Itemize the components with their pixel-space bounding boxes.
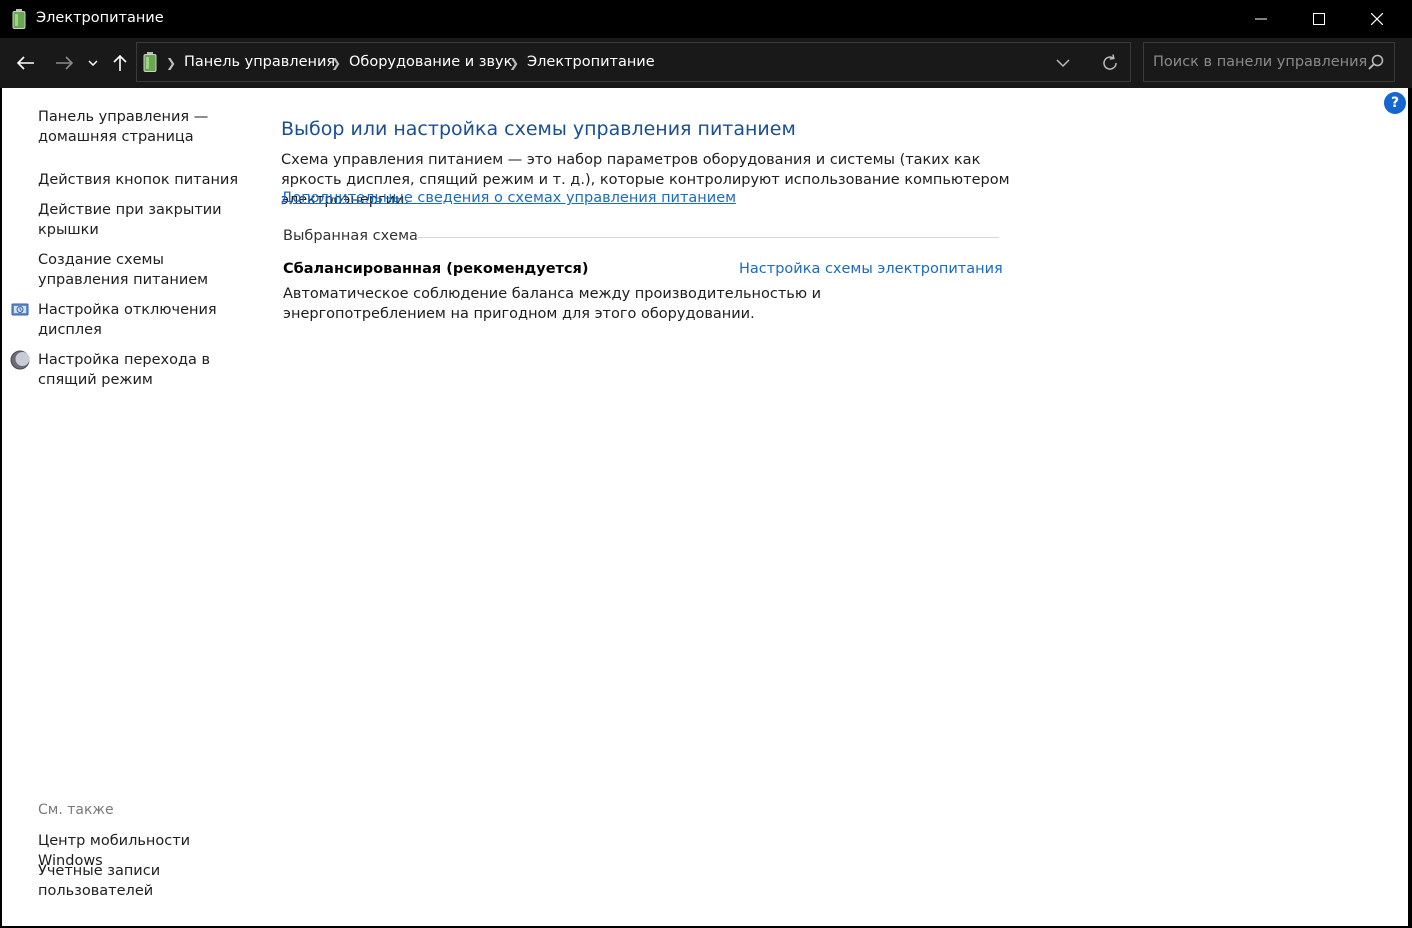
sidebar-item-create-plan[interactable]: Создание схемы управления питанием — [38, 250, 253, 290]
group-divider — [416, 237, 999, 238]
control-panel-window: Электропитание ❯ Панель управления ❯ Обо… — [0, 0, 1412, 928]
plan-name: Сбалансированная (рекомендуется) — [283, 261, 589, 277]
see-also-heading: См. также — [38, 802, 114, 818]
navigation-bar: ❯ Панель управления ❯ Оборудование и зву… — [0, 38, 1412, 88]
sidebar-item-display-off[interactable]: Настройка отключения дисплея — [38, 300, 253, 340]
arrow-left-icon — [17, 56, 34, 70]
arrow-right-icon — [56, 56, 73, 70]
plan-description: Автоматическое соблюдение баланса между … — [283, 286, 822, 322]
breadcrumb-hardware-sound[interactable]: Оборудование и звук — [349, 54, 512, 70]
see-also-user-accounts[interactable]: Учетные записи пользователей — [38, 861, 188, 901]
breadcrumb-control-panel[interactable]: Панель управления — [184, 54, 335, 70]
chevron-right-icon: ❯ — [331, 56, 342, 70]
chevron-right-icon: ❯ — [166, 56, 177, 70]
title-bar: Электропитание — [0, 0, 1412, 38]
sleep-moon-icon — [10, 350, 30, 370]
minimize-button[interactable] — [1232, 0, 1290, 38]
maximize-icon — [1313, 13, 1325, 25]
refresh-icon[interactable] — [1100, 53, 1120, 73]
sidebar-home-link[interactable]: Панель управления — домашняя страница — [38, 107, 253, 147]
battery-power-icon — [12, 9, 26, 29]
up-button[interactable] — [107, 50, 133, 76]
chevron-down-icon — [88, 60, 98, 66]
display-power-icon — [11, 303, 29, 316]
forward-button[interactable] — [51, 50, 77, 76]
back-button[interactable] — [13, 50, 39, 76]
plan-settings-link[interactable]: Настройка схемы электропитания — [739, 261, 1003, 277]
help-icon[interactable]: ? — [1384, 92, 1406, 114]
chevron-right-icon: ❯ — [509, 56, 520, 70]
battery-power-icon — [143, 52, 157, 72]
breadcrumb-power-options[interactable]: Электропитание — [527, 54, 655, 70]
address-bar[interactable]: ❯ Панель управления ❯ Оборудование и зву… — [136, 42, 1131, 82]
sidebar-item-power-buttons[interactable]: Действия кнопок питания — [38, 170, 253, 190]
sidebar-item-sleep[interactable]: Настройка перехода в спящий режим — [38, 350, 253, 390]
close-icon — [1371, 13, 1383, 25]
chevron-down-icon[interactable] — [1054, 55, 1072, 71]
close-button[interactable] — [1348, 0, 1406, 38]
sidebar-item-lid-close[interactable]: Действие при закрытии крышки — [38, 200, 253, 240]
search-box[interactable]: Поиск в панели управления — [1143, 42, 1395, 82]
recent-locations-button[interactable] — [82, 50, 104, 76]
minimize-icon — [1255, 18, 1267, 20]
content-pane: ? Панель управления — домашняя страница … — [2, 88, 1408, 926]
search-icon[interactable] — [1368, 54, 1384, 70]
search-input[interactable]: Поиск в панели управления — [1153, 54, 1367, 70]
more-info-link[interactable]: Дополнительные сведения о схемах управле… — [281, 190, 736, 206]
maximize-button[interactable] — [1290, 0, 1348, 38]
window-title: Электропитание — [36, 10, 164, 26]
selected-plan-heading: Выбранная схема — [283, 228, 418, 244]
page-title: Выбор или настройка схемы управления пит… — [281, 118, 796, 140]
arrow-up-icon — [113, 54, 127, 71]
